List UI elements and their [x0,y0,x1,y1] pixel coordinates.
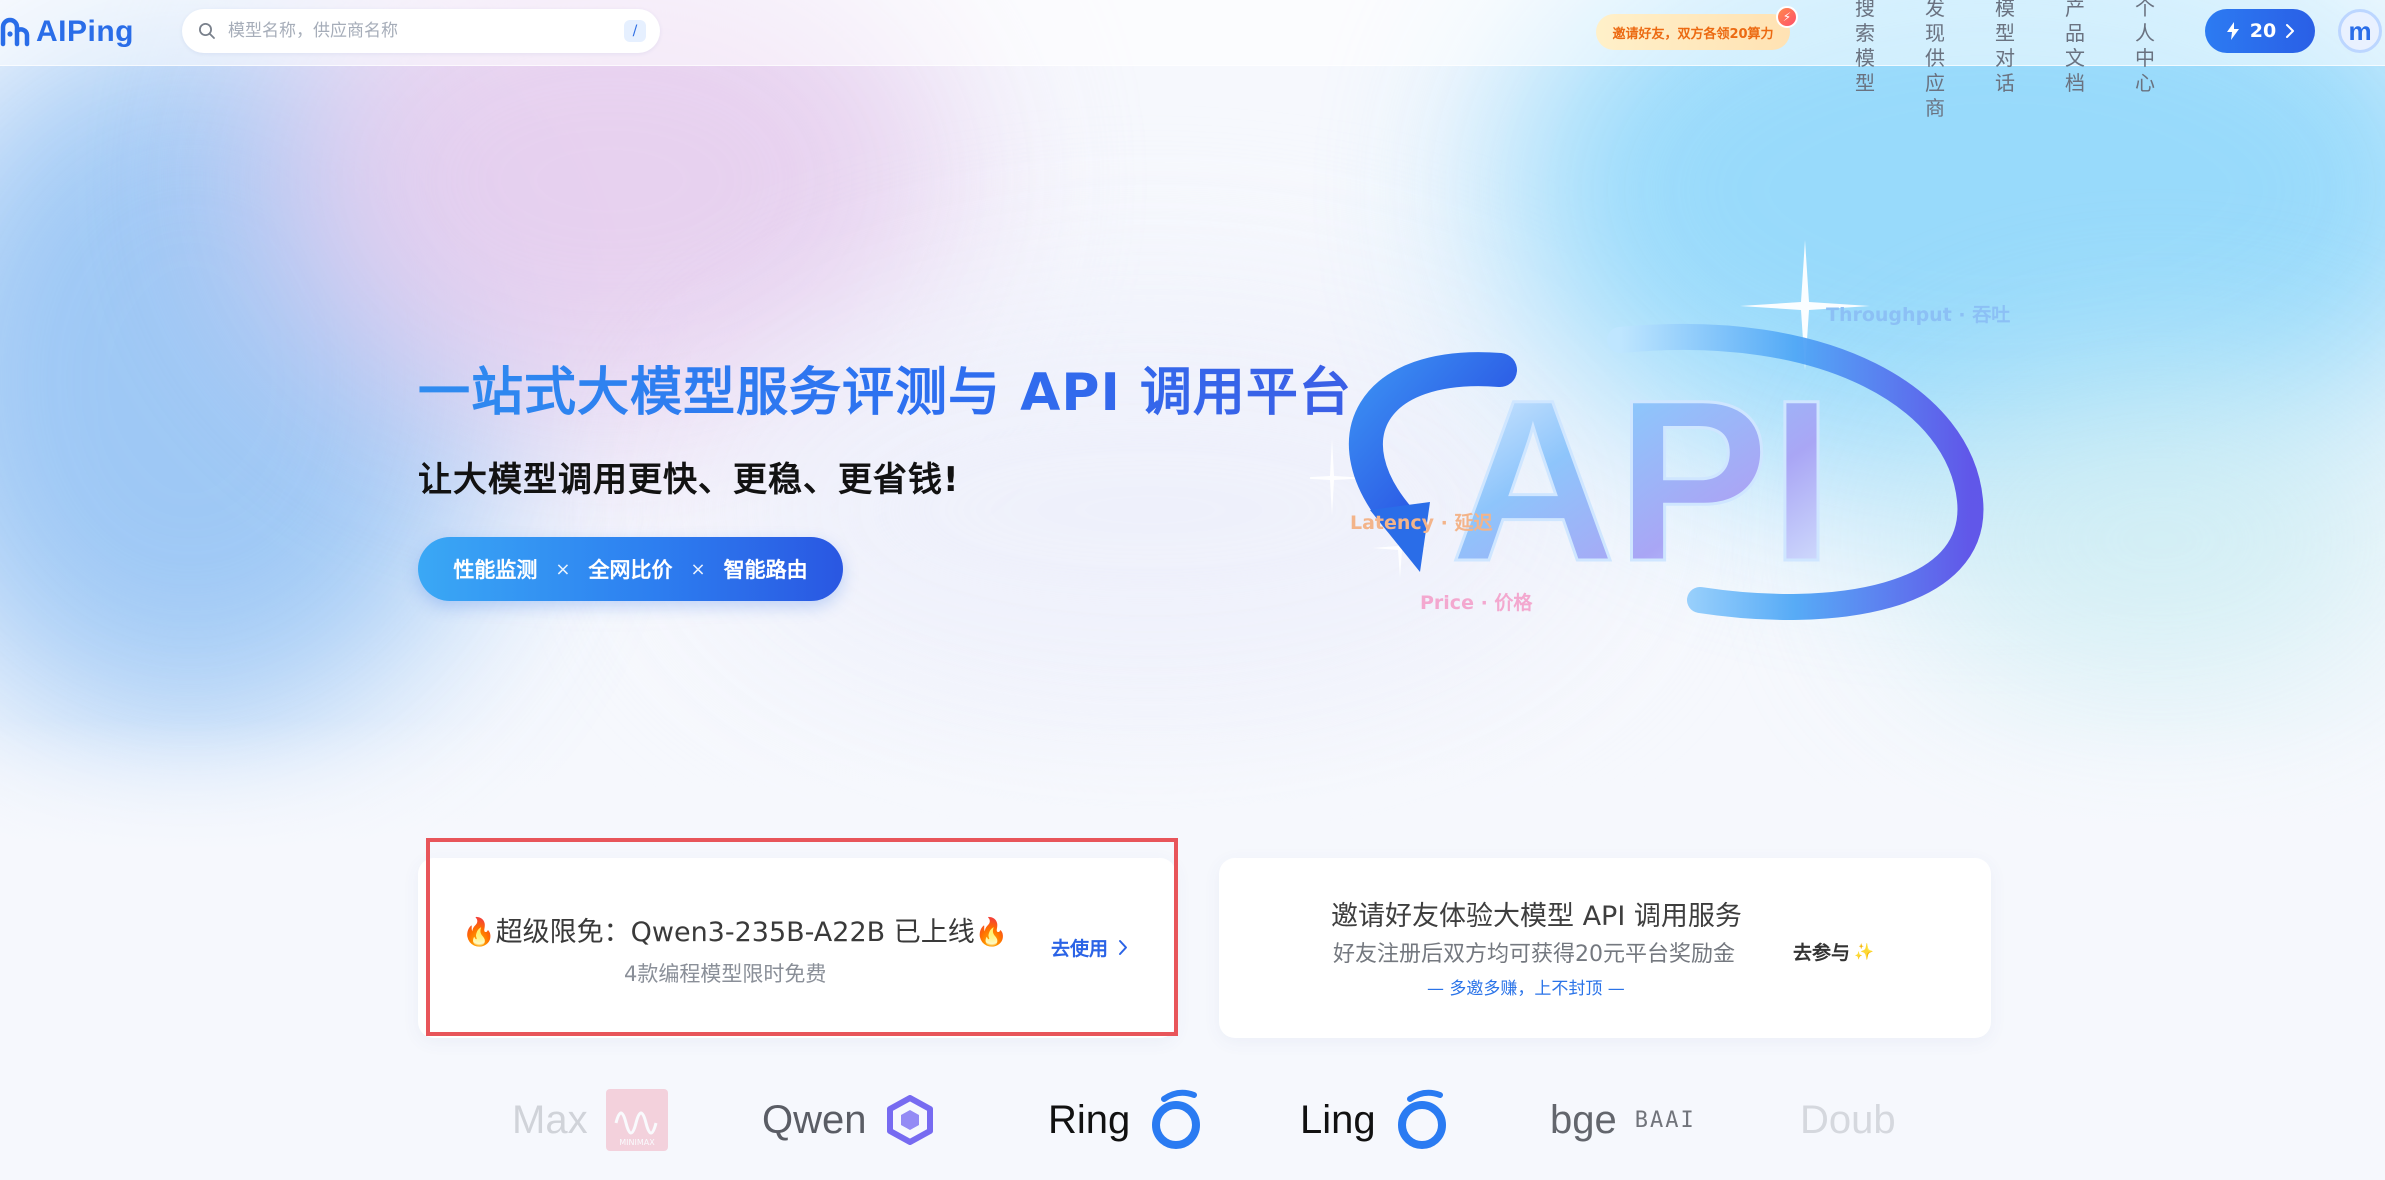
feature-performance-monitoring: 性能监测 [453,558,538,582]
metric-price-label: Price · 价格 [1420,592,1533,614]
feature-smart-routing: 智能路由 [723,558,808,582]
sparkle-icon: ✨ [1854,942,1874,961]
invite-promo-tagline: — 多邀多赚，上不封顶 — [1427,979,1625,999]
chevron-right-icon [2286,24,2295,38]
site-logo[interactable]: AIPing [0,12,134,52]
bolt-icon [2226,22,2239,40]
free-model-promo-card[interactable]: 🔥超级限免：Qwen3-235B-A22B 已上线🔥 4款编程模型限时免费 去使… [418,858,1176,1038]
go-join-label: 去参与 [1793,942,1851,964]
model-brand-strip: Max MINIMAX Qwen Ring Ling bge BAAI Doub [500,1080,1900,1160]
ring-logo-icon [1152,1089,1201,1149]
brand-ling-name: Ling [1300,1097,1376,1142]
brand-doubao[interactable]: Doub [1800,1080,1896,1160]
invite-promo-title: 邀请好友体验大模型 API 调用服务 [1331,901,1742,932]
nav-product-docs[interactable]: 产品文档 [2063,0,2087,96]
invite-promo-subtitle: 好友注册后双方均可获得20元平台奖励金 [1333,942,1735,967]
nav-model-chat[interactable]: 模型对话 [1993,0,2017,96]
invite-promo-card[interactable]: 邀请好友体验大模型 API 调用服务 好友注册后双方均可获得20元平台奖励金 —… [1219,858,1991,1038]
chevron-right-icon [1119,940,1128,955]
go-join-button[interactable]: 去参与 ✨ [1793,938,1874,965]
lightning-badge-icon: ⚡ [1776,6,1798,28]
brand-qwen[interactable]: Qwen [762,1080,935,1160]
feature-separator: × [555,558,571,580]
brand-ling[interactable]: Ling [1300,1080,1450,1160]
feature-pill: 性能监测 × 全网比价 × 智能路由 [418,537,843,601]
avatar[interactable]: m [2338,9,2382,53]
brand-bge-name: bge [1550,1097,1617,1142]
brand-qwen-name: Qwen [762,1097,867,1142]
api-graphic-text: API [1450,352,1833,609]
brand-bge[interactable]: bge BAAI [1550,1080,1696,1160]
go-use-button[interactable]: 去使用 [1051,934,1129,961]
logo-text: AIPing [36,15,134,48]
metric-throughput-label: Throughput · 吞吐 [1826,304,2011,326]
search-bar[interactable]: / [182,9,660,53]
invite-banner-pill[interactable]: 邀请好友，双方各领20算力 [1596,14,1790,50]
nav-discover-providers[interactable]: 发现供应商 [1923,0,1947,121]
brand-minimax-name: Max [512,1097,588,1142]
metric-latency-label: Latency · 延迟 [1350,512,1493,534]
free-promo-title: 🔥超级限免：Qwen3-235B-A22B 已上线🔥 [462,917,1009,948]
brand-minimax[interactable]: Max MINIMAX [512,1080,668,1160]
brand-doubao-name: Doub [1800,1097,1896,1142]
search-shortcut-key: / [624,20,646,42]
hero-subtitle: 让大模型调用更快、更稳、更省钱! [418,460,960,500]
nav-user-center[interactable]: 个人中心 [2133,0,2157,96]
svg-text:MINIMAX: MINIMAX [619,1138,655,1147]
top-header: AIPing / 邀请好友，双方各领20算力 ⚡ 搜索模型 发现供应商 模型对话… [0,0,2385,120]
free-promo-subtitle: 4款编程模型限时免费 [624,962,827,986]
go-use-label: 去使用 [1051,938,1109,960]
qwen-logo-icon [886,1095,933,1145]
search-input[interactable] [228,21,624,41]
search-icon [199,23,215,39]
feature-separator: × [690,558,706,580]
logo-icon [0,17,30,47]
credits-count: 20 [2249,20,2277,42]
credits-button[interactable]: 20 [2205,9,2315,53]
brand-ring-name: Ring [1048,1097,1131,1142]
minimax-logo-icon: MINIMAX [605,1089,668,1151]
brand-ring[interactable]: Ring [1048,1080,1204,1160]
nav-search-models[interactable]: 搜索模型 [1853,0,1877,96]
ling-logo-icon [1397,1089,1446,1149]
hero-title: 一站式大模型服务评测与 API 调用平台 [418,350,1352,425]
baai-logo-icon: BAAI [1634,1107,1696,1133]
feature-price-comparison: 全网比价 [588,558,673,582]
